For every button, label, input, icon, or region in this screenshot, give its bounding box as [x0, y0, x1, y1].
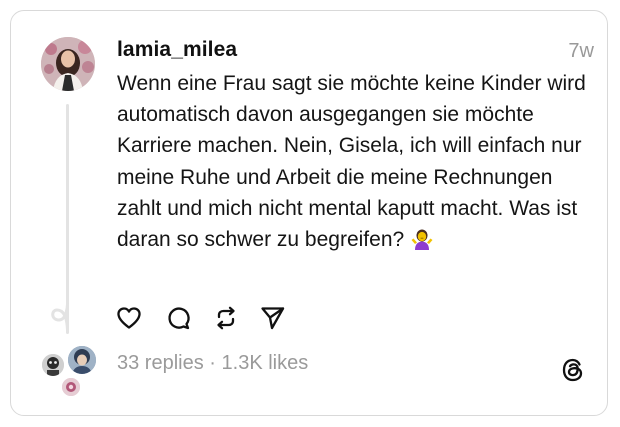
person-shrugging-emoji [410, 227, 434, 260]
replies-count[interactable]: 33 replies [117, 352, 204, 374]
post-text-content: Wenn eine Frau sagt sie möchte keine Kin… [117, 72, 586, 252]
share-button[interactable] [258, 303, 288, 333]
repost-button[interactable] [211, 303, 241, 333]
post-text: Wenn eine Frau sagt sie möchte keine Kin… [117, 68, 587, 260]
thread-connector-icon [51, 302, 69, 332]
reply-button[interactable] [163, 303, 193, 333]
stats-separator: · [209, 352, 216, 374]
send-paper-plane-icon [261, 307, 285, 330]
avatar[interactable] [41, 37, 95, 91]
replier-avatar [60, 376, 82, 398]
like-button[interactable] [114, 303, 144, 333]
speech-bubble-icon [168, 307, 190, 330]
replier-avatar [66, 344, 98, 376]
replier-avatars[interactable] [38, 344, 102, 402]
repost-arrows-icon [217, 306, 235, 330]
post-stats: 33 replies · 1.3K likes [117, 352, 308, 375]
heart-icon [117, 307, 141, 329]
likes-count[interactable]: 1.3K likes [222, 352, 309, 374]
username[interactable]: lamia_milea [117, 38, 237, 62]
threads-logo-icon[interactable] [560, 357, 586, 383]
replier-avatar [40, 352, 66, 378]
timestamp: 7w [568, 40, 594, 62]
